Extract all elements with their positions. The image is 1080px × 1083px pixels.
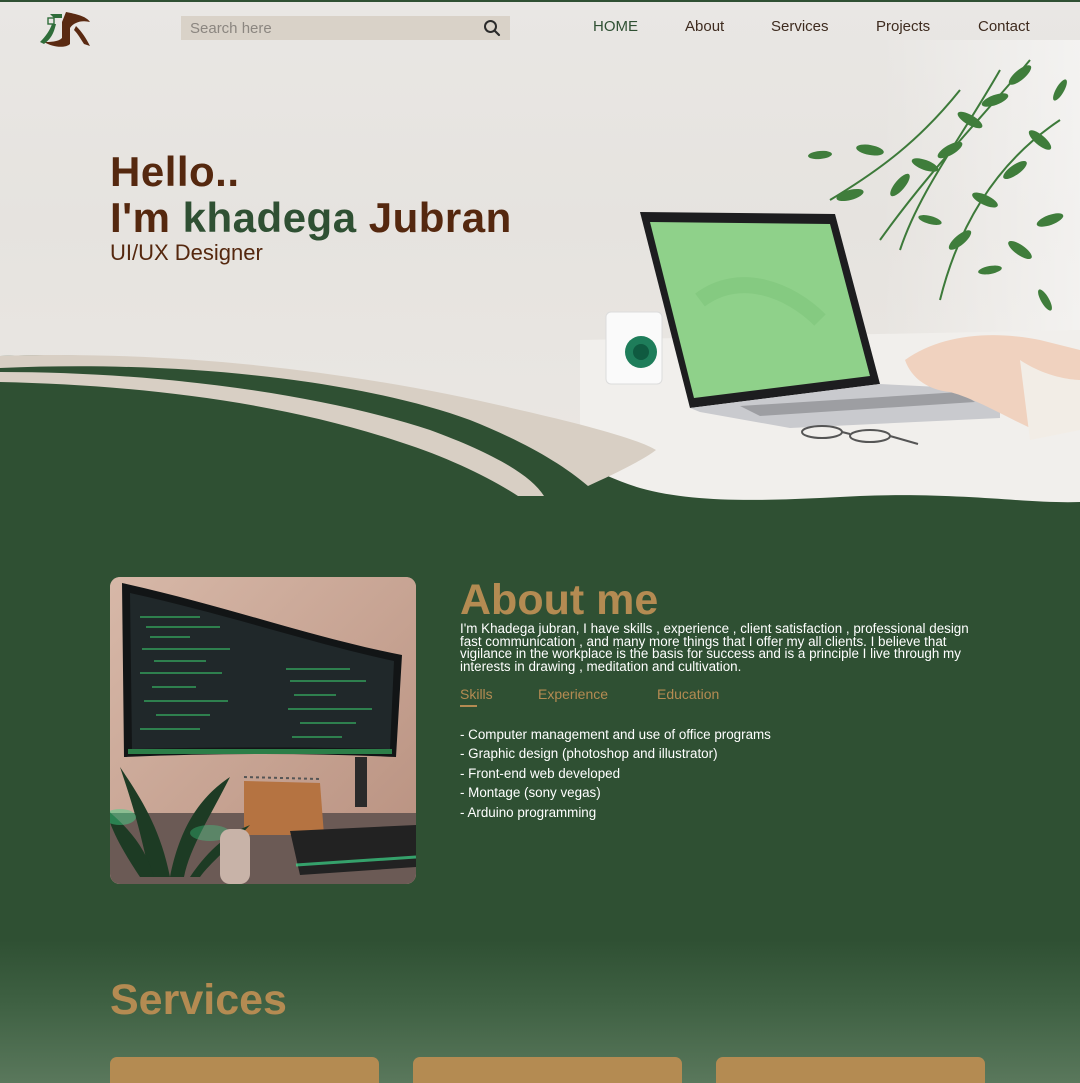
tab-skills[interactable]: Skills <box>460 686 493 702</box>
hero-intro: I'm khadega Jubran <box>110 194 512 242</box>
service-card[interactable] <box>413 1057 682 1083</box>
list-item: - Graphic design (photoshop and illustra… <box>460 746 718 762</box>
about-tabs: Skills Experience Education <box>460 686 860 710</box>
about-description: I'm Khadega jubran, I have skills , expe… <box>460 621 969 674</box>
list-item: - Arduino programming <box>460 804 597 820</box>
services-title: Services <box>110 976 287 1024</box>
list-item: - Montage (sony vegas) <box>460 785 601 801</box>
service-card[interactable] <box>110 1057 379 1083</box>
nav-link-contact[interactable]: Contact <box>978 18 1030 35</box>
about-title: About me <box>460 576 659 624</box>
hero-last-name: Jubran <box>356 194 512 241</box>
nav-link-home[interactable]: HOME <box>593 18 638 35</box>
hero-greeting: Hello.. <box>110 148 240 195</box>
hero-first-name: khadega <box>182 194 357 241</box>
power-outlet-image <box>605 311 663 385</box>
laptop-image <box>640 212 1000 428</box>
nav-link-services[interactable]: Services <box>771 18 829 35</box>
nav-link-projects[interactable]: Projects <box>876 18 930 35</box>
hero-role: UI/UX Designer <box>110 240 263 265</box>
skills-list: - Computer management and use of office … <box>460 727 771 824</box>
list-item: - Front-end web developed <box>460 765 621 781</box>
service-card[interactable] <box>716 1057 985 1083</box>
plant-image <box>829 59 1061 301</box>
hero-illustration <box>0 59 1080 560</box>
main-nav: HOME About Services Projects Contact <box>0 18 1080 38</box>
tab-experience[interactable]: Experience <box>538 686 608 702</box>
active-tab-indicator <box>460 705 477 707</box>
tab-education[interactable]: Education <box>657 686 719 702</box>
nav-link-about[interactable]: About <box>685 18 724 35</box>
hero-intro-prefix: I'm <box>110 194 183 241</box>
list-item: - Computer management and use of office … <box>460 727 771 742</box>
hero-section: HOME About Services Projects Contact Hel… <box>0 0 1080 560</box>
about-image <box>110 577 416 884</box>
